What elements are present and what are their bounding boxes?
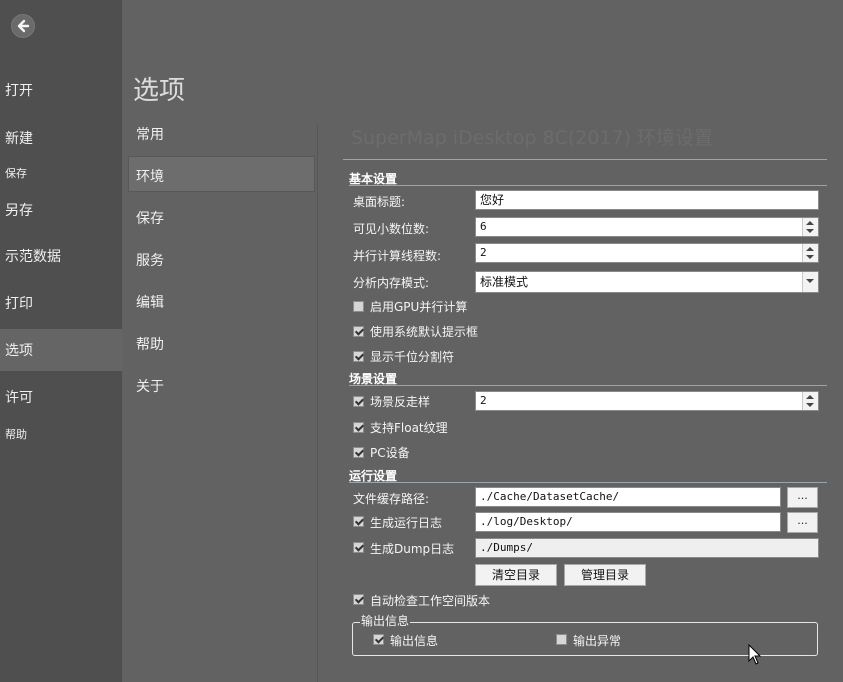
back-button[interactable] (11, 14, 35, 38)
auto-check-workspace-label: 自动检查工作空间版本 (370, 594, 491, 608)
page-title: 选项 (133, 76, 186, 106)
clear-directory-button[interactable]: 清空目录 (475, 564, 557, 586)
option-about[interactable]: 关于 (136, 376, 164, 396)
mouse-cursor-icon (748, 644, 762, 665)
column-divider (317, 125, 318, 682)
section-separator (349, 482, 827, 483)
memory-mode-select[interactable]: 标准模式 (475, 271, 819, 293)
system-prompt-label: 使用系统默认提示框 (370, 325, 479, 339)
decimals-spinner[interactable]: 6 (475, 217, 819, 237)
output-error-checkbox[interactable] (556, 634, 567, 645)
thousands-separator-label: 显示千位分割符 (370, 350, 455, 364)
nav-item-save[interactable]: 保存 (5, 165, 27, 181)
dump-path-input[interactable]: ./Dumps/ (475, 538, 819, 558)
log-browse-button[interactable]: ... (787, 512, 818, 533)
float-texture-label: 支持Float纹理 (370, 421, 448, 435)
nav-item-help[interactable]: 帮助 (5, 426, 27, 442)
cache-browse-button[interactable]: ... (787, 487, 818, 508)
run-log-checkbox[interactable] (353, 516, 364, 527)
desktop-title-input[interactable]: 您好 (475, 190, 819, 210)
nav-item-print[interactable]: 打印 (5, 293, 33, 313)
threads-label: 并行计算线程数: (353, 249, 442, 263)
spinner-arrows-icon[interactable] (802, 244, 818, 262)
decimals-value: 6 (480, 220, 487, 233)
memory-mode-label: 分析内存模式: (353, 276, 430, 290)
output-error-label: 输出异常 (573, 634, 622, 648)
pc-device-checkbox[interactable] (353, 447, 364, 458)
system-prompt-checkbox[interactable] (353, 326, 364, 337)
antialias-label: 场景反走样 (370, 395, 431, 409)
back-arrow-icon (17, 19, 30, 33)
spinner-arrows-icon[interactable] (802, 392, 818, 410)
option-general[interactable]: 常用 (136, 124, 164, 144)
output-info-checkbox[interactable] (373, 634, 384, 645)
manage-directory-button[interactable]: 管理目录 (564, 564, 646, 586)
option-help[interactable]: 帮助 (136, 334, 164, 354)
nav-item-options[interactable]: 选项 (5, 340, 33, 360)
chevron-down-icon[interactable] (802, 272, 818, 292)
output-group-title: 输出信息 (360, 612, 411, 629)
gpu-checkbox[interactable] (353, 301, 364, 312)
run-log-label: 生成运行日志 (370, 516, 443, 530)
threads-value: 2 (480, 246, 487, 259)
option-service[interactable]: 服务 (136, 250, 164, 270)
nav-item-sample-data[interactable]: 示范数据 (5, 246, 61, 266)
float-texture-checkbox[interactable] (353, 422, 364, 433)
run-log-path-input[interactable]: ./log/Desktop/ (475, 512, 781, 532)
nav-item-open[interactable]: 打开 (5, 80, 33, 100)
gpu-label: 启用GPU并行计算 (370, 300, 468, 314)
thousands-separator-checkbox[interactable] (353, 351, 364, 362)
option-edit[interactable]: 编辑 (136, 292, 164, 312)
memory-mode-value: 标准模式 (480, 275, 529, 289)
option-environment[interactable]: 环境 (136, 166, 164, 186)
spinner-arrows-icon[interactable] (802, 218, 818, 236)
dump-log-label: 生成Dump日志 (370, 542, 455, 556)
heading-separator (343, 159, 827, 160)
auto-check-workspace-checkbox[interactable] (353, 594, 364, 605)
cache-path-input[interactable]: ./Cache/DatasetCache/ (475, 487, 781, 507)
option-save[interactable]: 保存 (136, 208, 164, 228)
desktop-title-label: 桌面标题: (353, 195, 406, 209)
antialias-value: 2 (480, 394, 487, 407)
settings-heading: SuperMap iDesktop 8C(2017) 环境设置 (351, 127, 714, 149)
nav-item-new[interactable]: 新建 (5, 128, 33, 148)
pc-device-label: PC设备 (370, 446, 410, 460)
section-separator (349, 185, 827, 186)
dump-log-checkbox[interactable] (353, 542, 364, 553)
antialias-spinner[interactable]: 2 (475, 391, 819, 411)
output-info-label: 输出信息 (390, 634, 439, 648)
left-nav: 打开 新建 保存 另存 示范数据 打印 选项 许可 帮助 (0, 0, 122, 682)
cache-path-label: 文件缓存路径: (353, 492, 430, 506)
nav-item-license[interactable]: 许可 (5, 387, 33, 407)
nav-item-save-as[interactable]: 另存 (5, 200, 33, 220)
antialias-checkbox[interactable] (353, 396, 364, 407)
section-separator (349, 385, 827, 386)
decimals-label: 可见小数位数: (353, 222, 430, 236)
threads-spinner[interactable]: 2 (475, 243, 819, 263)
